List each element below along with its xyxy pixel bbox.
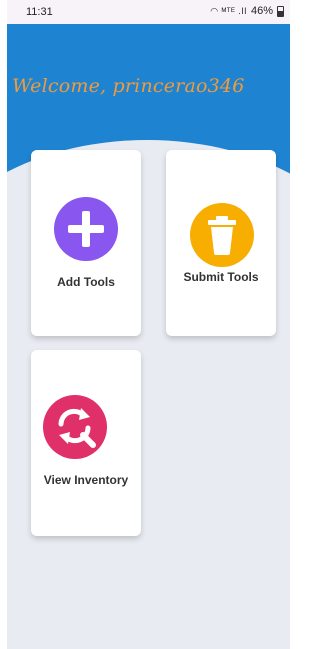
status-indicators: ◠ ᴹᵀᴱ .ǀǀ 46% [210,5,284,17]
trash-icon [190,203,254,267]
refresh-search-icon [43,395,107,459]
add-tools-card[interactable]: Add Tools [31,150,141,336]
battery-icon [277,5,284,17]
submit-tools-label: Submit Tools [183,270,259,284]
battery-percent: 46% [250,5,273,17]
view-inventory-card[interactable]: View Inventory [31,350,141,536]
app-screen: 11:31 ◠ ᴹᵀᴱ .ǀǀ 46% Welcome, princerao34… [7,0,290,649]
signal-icon: ◠ ᴹᵀᴱ .ǀǀ [210,5,247,16]
submit-tools-card[interactable]: Submit Tools [166,150,276,336]
welcome-text: Welcome, princerao346 [12,75,245,97]
status-bar: 11:31 ◠ ᴹᵀᴱ .ǀǀ 46% [7,0,290,24]
plus-icon [54,197,118,261]
add-tools-label: Add Tools [57,275,115,289]
status-time: 11:31 [26,6,53,18]
view-inventory-label: View Inventory [43,473,129,487]
